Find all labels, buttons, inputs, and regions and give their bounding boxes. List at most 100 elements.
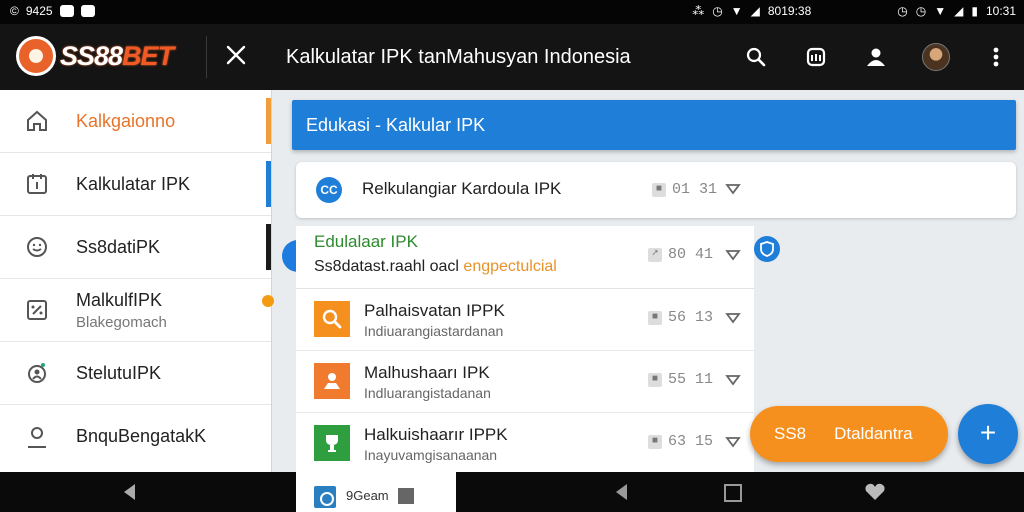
sidebar-marker: [266, 98, 271, 144]
system-nav-bar: [0, 472, 1024, 512]
camera-icon: [314, 486, 336, 508]
status-time-right: 10:31: [985, 4, 1016, 18]
list-item-title: Palhaisvatan IPPK: [364, 301, 505, 320]
shield-icon: [760, 241, 774, 257]
list-header[interactable]: Edulalaar IPK Ss8datast.raahl oacl engpe…: [296, 226, 754, 289]
avatar: [922, 43, 950, 71]
list-item[interactable]: Malhushaarı IPK Indluarangistadanan ■ 55…: [296, 351, 754, 413]
list-item-subtitle: Indluarangistadanan: [364, 385, 491, 401]
media-label: 9Geam: [346, 488, 389, 503]
user-icon: [22, 422, 52, 452]
breadcrumb: Edukasi - Kalkular IPK: [292, 100, 1016, 150]
sidebar-marker: [266, 161, 271, 207]
alarm-icon: ◷: [712, 4, 723, 18]
list-header-meta-value: 80 41: [668, 246, 714, 263]
list-item-subtitle: Inayuvamgisanaanan: [364, 447, 498, 463]
avatar-button[interactable]: [918, 39, 954, 75]
status-clock-middle: 8019:38: [767, 4, 812, 18]
ipk-list: Edulalaar IPK Ss8datast.raahl oacl engpe…: [296, 226, 754, 472]
person-tile-icon: [324, 373, 340, 389]
bluetooth-icon: ⁂: [692, 4, 705, 18]
search-icon: [746, 47, 766, 67]
sidebar-item-label: StelutuIPK: [76, 362, 162, 383]
alarm-icon: ◷: [897, 4, 908, 18]
list-item[interactable]: Palhaisvatan IPPK Indiuarangiastardanan …: [296, 289, 754, 351]
brand-logo[interactable]: SS88BET: [16, 36, 174, 76]
verified-badge[interactable]: [754, 236, 780, 262]
sidebar-item-label: MalkulfIPK: [76, 289, 163, 310]
app-bar: SS88BET Kalkulatar IPK tanMahusyan Indon…: [0, 24, 1024, 90]
chevron-down-icon[interactable]: [724, 371, 742, 389]
status-right: ⁂ ◷ ▼ ◢ 8019:38 ◷ ◷ ▼ ◢ ▮ 10:31: [692, 3, 1016, 19]
wifi-icon: ▼: [934, 4, 947, 18]
card-title: Relkulangiar Kardoula IPK: [362, 179, 562, 198]
lock-icon: ■: [648, 310, 662, 325]
share-icon: ➚: [648, 247, 662, 262]
share-button[interactable]: [798, 39, 834, 75]
search-icon: [322, 309, 342, 329]
notification-icon: [59, 5, 74, 17]
back-icon[interactable]: [120, 482, 140, 502]
divider: [206, 36, 207, 78]
signal-icon: ◢: [954, 4, 964, 18]
sidebar-item-bnqu[interactable]: BnquBengatakK: [0, 405, 271, 468]
copyright-icon: ©: [10, 4, 19, 18]
list-item[interactable]: Halkuishaarır IPPK Inayuvamgisanaanan ■ …: [296, 413, 754, 472]
lock-icon: ■: [648, 434, 662, 449]
card-meta-value: 01 31: [672, 181, 718, 198]
trophy-tile: [314, 425, 350, 461]
profile-button[interactable]: [858, 39, 894, 75]
list-item-meta: ■ 56 13: [648, 309, 713, 326]
add-button[interactable]: +: [958, 404, 1018, 464]
close-button[interactable]: [222, 44, 250, 72]
smile-icon: [22, 232, 52, 262]
list-header-sub-plain: Ss8datast.raahl oacl: [314, 258, 464, 275]
search-button[interactable]: [738, 39, 774, 75]
sidebar-item-ss8dat[interactable]: Ss8datiPK: [0, 216, 271, 279]
brand-name: SS88BET: [60, 40, 174, 71]
calculator-card[interactable]: CC Relkulangiar Kardoula IPK ■ 01 31: [296, 162, 1016, 218]
chevron-down-icon[interactable]: [724, 433, 742, 451]
status-left: © 9425: [10, 3, 95, 19]
chevron-down-icon[interactable]: [724, 180, 742, 198]
back-icon[interactable]: [612, 482, 632, 502]
heart-icon[interactable]: [864, 482, 886, 502]
sidebar-item-malkul[interactable]: MalkulfIPK Blakegomach: [0, 279, 274, 342]
list-item-meta: ■ 55 11: [648, 371, 713, 388]
lock-icon: ■: [648, 372, 662, 387]
list-header-sub-accent: engpectulcial: [463, 258, 557, 275]
sidebar-item-sublabel: Blakegomach: [76, 313, 167, 331]
list-item-title: Halkuishaarır IPPK: [364, 425, 508, 444]
chevron-down-icon[interactable]: [724, 246, 742, 264]
sidebar-item-kalkulator[interactable]: Kalkulatar IPK: [0, 153, 271, 216]
fab-pill-label-2: Dtaldantra: [834, 424, 913, 443]
chart-person-icon: [22, 358, 52, 388]
recents-icon[interactable]: [724, 484, 742, 502]
percent-icon: [22, 295, 52, 325]
card-meta: ■ 01 31: [652, 181, 717, 198]
sidebar-item-label: Kalkulatar IPK: [76, 173, 191, 194]
list-header-title: Edulalaar IPK: [314, 232, 418, 251]
chevron-down-icon[interactable]: [724, 309, 742, 327]
trophy-icon: [326, 435, 338, 452]
page-title: Kalkulatar IPK tanMahusyan Indonesia: [286, 46, 631, 68]
share-box-icon: [806, 47, 826, 67]
extended-fab-button[interactable]: SS8 Dtaldantra: [750, 406, 948, 462]
search-tile: [314, 301, 350, 337]
more-vert-icon: [993, 47, 999, 67]
sidebar-item-home[interactable]: Kalkgaionno: [0, 90, 271, 153]
overflow-menu-button[interactable]: [978, 39, 1014, 75]
home-icon: [22, 106, 52, 136]
list-item-meta: ■ 63 15: [648, 433, 713, 450]
lock-icon: ■: [652, 182, 666, 197]
sidebar-item-stelutu[interactable]: StelutuIPK: [0, 342, 271, 405]
sidebar-marker: [266, 224, 271, 270]
stop-icon[interactable]: [398, 488, 414, 504]
battery-icon: ▮: [971, 4, 978, 18]
account-icon: [867, 48, 885, 66]
list-header-meta: ➚ 80 41: [648, 246, 713, 263]
sidebar-item-label: Ss8datiPK: [76, 236, 161, 257]
list-item-meta-value: 56 13: [668, 309, 714, 326]
sidebar: Kalkgaionno Kalkulatar IPK Ss8datiPK Mal…: [0, 90, 274, 472]
bottom-media-bar[interactable]: 9Geam: [296, 472, 456, 512]
